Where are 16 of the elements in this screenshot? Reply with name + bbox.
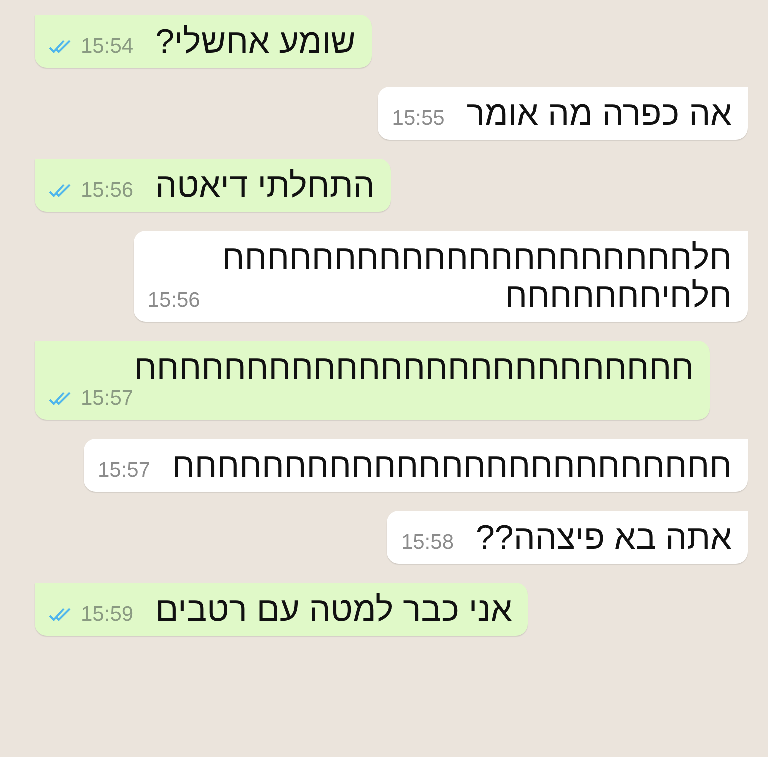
message-time: 15:57 (98, 459, 151, 483)
message-time: 15:54 (81, 35, 134, 59)
message-text: התחלתי דיאטה (156, 167, 375, 205)
message-time: 15:59 (81, 603, 134, 627)
message-text: חחחחחחחחחחחחחחחחחחחחחחחחח (134, 349, 694, 387)
message-text: אני כבר למטה עם רטבים (156, 591, 512, 629)
message-text: חחחחחחחחחחחחחחחחחחחחחחחחח (172, 447, 732, 485)
message-time: 15:58 (401, 531, 454, 555)
message-time: 15:56 (81, 179, 134, 203)
message-time: 15:56 (148, 289, 200, 313)
message-text: שומע אחשלי? (156, 23, 356, 61)
message-time: 15:55 (392, 107, 445, 131)
message-time: 15:57 (81, 387, 134, 411)
message-text: אתה בא פיצהה?? (476, 519, 732, 557)
message-text: חלחחחחחחחחחחחחחחחחחחחחח חלחיחחחחחחח (222, 239, 732, 315)
message-text: אה כפרה מה אומר (466, 95, 732, 133)
